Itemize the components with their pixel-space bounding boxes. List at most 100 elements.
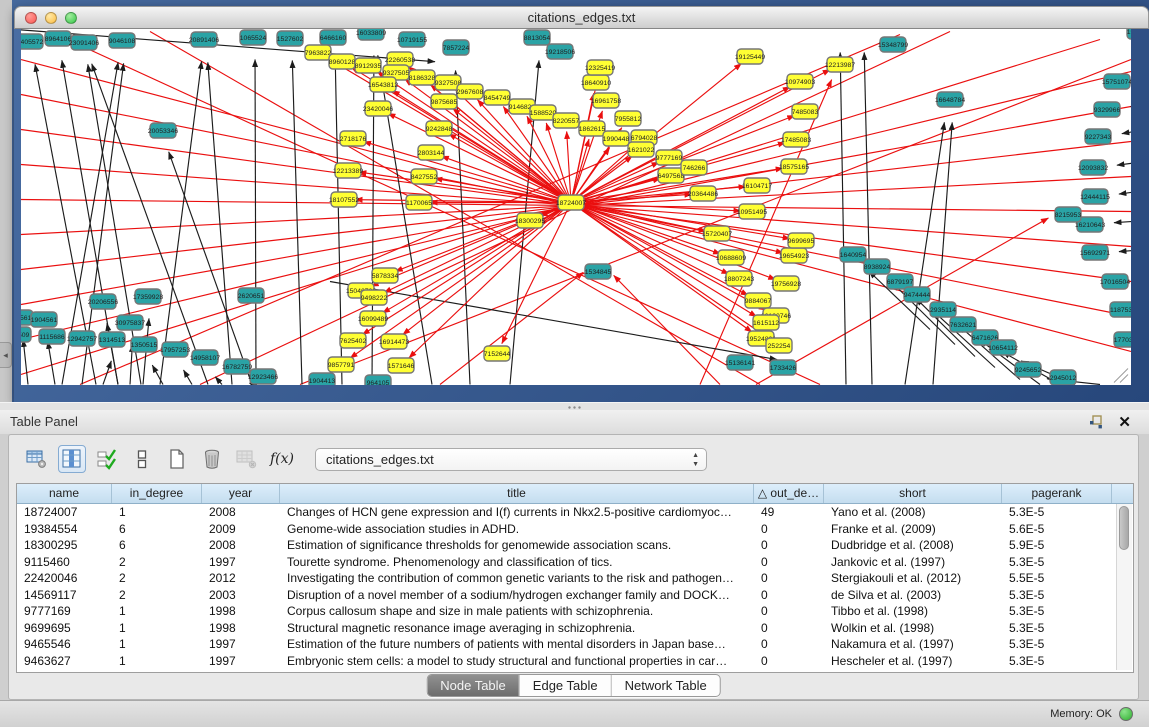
graph-node[interactable]: 20891406 (189, 32, 219, 47)
graph-node[interactable]: 9227343 (1085, 129, 1112, 144)
column-header-pagerank[interactable]: pagerank (1002, 484, 1112, 503)
graph-node[interactable]: 7857224 (443, 40, 470, 55)
graph-node[interactable]: 18640910 (581, 75, 611, 90)
delete-column-button[interactable] (198, 445, 226, 473)
graph-node[interactable]: 9884067 (745, 293, 772, 308)
table-row[interactable]: 1830029562008Estimation of significance … (17, 537, 1133, 554)
close-panel-icon[interactable]: ✕ (1118, 413, 1131, 431)
graph-node[interactable]: 8220557 (553, 113, 580, 128)
graph-node[interactable]: 2718176 (340, 131, 367, 146)
graph-node[interactable]: 12213389 (333, 163, 363, 178)
table-row[interactable]: 969969511998Structural magnetic resonanc… (17, 620, 1133, 637)
graph-node[interactable]: 10951495 (737, 204, 767, 219)
graph-node[interactable]: 8960128 (329, 54, 356, 69)
graph-node[interactable]: 19654923 (779, 248, 809, 263)
graph-node[interactable]: 1990448 (603, 131, 630, 146)
graph-node[interactable]: 331509 (21, 327, 31, 342)
graph-node[interactable]: 8454749 (484, 90, 511, 105)
graph-node[interactable]: 7485083 (792, 104, 819, 119)
show-columns-button[interactable] (58, 445, 86, 473)
graph-node[interactable]: 252254 (766, 338, 792, 353)
graph-node[interactable]: 16914473 (379, 334, 409, 349)
graph-node[interactable]: 20053346 (148, 123, 178, 138)
graph-node[interactable]: 12942757 (67, 331, 97, 346)
graph-node[interactable]: 8186328 (409, 70, 436, 85)
graph-node[interactable]: 7152644 (484, 346, 511, 361)
graph-node[interactable]: 18807243 (724, 271, 754, 286)
graph-node[interactable]: 9474444 (904, 287, 931, 302)
graph-node[interactable]: 16543812 (368, 77, 398, 92)
graph-node[interactable]: 12325419 (585, 60, 615, 75)
network-graph[interactable]: 2405572896410623091406 9046108 20891406 106… (21, 29, 1131, 385)
float-panel-icon[interactable] (1089, 415, 1103, 429)
graph-node[interactable]: 10654112 (988, 340, 1018, 355)
graph-node[interactable]: 1314513 (99, 332, 126, 347)
graph-node[interactable]: 9242848 (426, 121, 453, 136)
graph-node[interactable]: 1621022 (628, 142, 655, 157)
column-header-in_degree[interactable]: in_degree (112, 484, 202, 503)
graph-node[interactable]: 20364486 (688, 186, 718, 201)
tab-edge-table[interactable]: Edge Table (519, 675, 611, 696)
graph-node[interactable]: 1770354 (1114, 332, 1131, 347)
table-scrollbar[interactable] (1116, 504, 1132, 670)
graph-node[interactable]: 9498222 (361, 290, 388, 305)
create-column-button[interactable] (163, 445, 191, 473)
table-settings-button[interactable] (23, 445, 51, 473)
graph-node[interactable]: 1115686 (39, 329, 65, 344)
function-builder-button[interactable]: f(x) (268, 445, 296, 473)
graph-node[interactable]: 1912544 (1127, 29, 1131, 39)
row-checks-button[interactable] (93, 445, 121, 473)
table-mode-button[interactable] (128, 445, 156, 473)
graph-node[interactable]: 16648784 (935, 92, 965, 107)
graph-node[interactable]: 19218506 (545, 44, 575, 59)
graph-node[interactable]: 10719155 (397, 32, 427, 47)
graph-node[interactable]: 6466160 (320, 30, 347, 45)
graph-node[interactable]: 1904413 (309, 373, 336, 385)
table-row[interactable]: 911546021997Tourette syndrome. Phenomeno… (17, 554, 1133, 571)
delete-table-button[interactable] (233, 445, 261, 473)
column-header-name[interactable]: name (17, 484, 112, 503)
graph-node[interactable]: 10974903 (785, 74, 815, 89)
graph-node[interactable]: 19756928 (771, 276, 801, 291)
graph-node[interactable]: 15751074 (1102, 74, 1131, 89)
graph-node[interactable]: 8813054 (524, 30, 551, 45)
graph-node[interactable]: 30975837 (115, 315, 145, 330)
graph-node[interactable]: 1904561 (31, 312, 58, 327)
graph-node[interactable]: 1170065 (406, 195, 432, 210)
table-row[interactable]: 1938455462009Genome-wide association stu… (17, 521, 1133, 538)
graph-node[interactable]: 17359928 (133, 289, 163, 304)
graph-node[interactable]: 23091406 (69, 35, 99, 50)
graph-node[interactable]: 5878334 (372, 268, 399, 283)
graph-node[interactable]: 8964106 (45, 31, 72, 46)
graph-node[interactable]: 12093832 (1078, 160, 1108, 175)
graph-node[interactable]: 2803144 (418, 145, 445, 160)
graph-node[interactable]: 9245652 (1015, 362, 1042, 377)
graph-node[interactable]: 18575165 (779, 159, 809, 174)
graph-node[interactable]: 8938924 (864, 259, 891, 274)
graph-node[interactable]: 9046108 (109, 33, 136, 48)
graph-node[interactable]: 1615112 (753, 315, 779, 330)
graph-node[interactable]: 2405572 (21, 34, 43, 49)
graph-node[interactable]: 9329966 (1094, 102, 1121, 117)
tab-node-table[interactable]: Node Table (427, 675, 519, 696)
graph-node[interactable]: 1527602 (277, 31, 304, 46)
graph-node[interactable]: 1065524 (240, 30, 267, 45)
graph-node[interactable]: 23420046 (363, 101, 393, 116)
graph-node[interactable]: 1350515 (131, 337, 158, 352)
graph-node[interactable]: 8912935 (355, 58, 382, 73)
graph-node[interactable]: 9699695 (788, 233, 815, 248)
graph-node[interactable]: 9857791 (328, 357, 355, 372)
graph-node[interactable]: 12444115 (1080, 189, 1110, 204)
panel-collapse-arrow-icon[interactable]: ◂ (0, 342, 12, 368)
graph-node[interactable]: 15136141 (725, 355, 755, 370)
graph-node[interactable]: 1862615 (579, 121, 606, 136)
graph-node[interactable]: 8215953 (1055, 207, 1082, 222)
graph-node[interactable]: 7963822 (305, 45, 332, 60)
graph-node[interactable]: 1534845 (585, 264, 612, 279)
graph-node[interactable]: 2945012 (1050, 370, 1077, 385)
graph-node[interactable]: 2935114 (930, 302, 956, 317)
graph-node[interactable]: 16782759 (222, 359, 252, 374)
graph-node[interactable]: 10688609 (716, 250, 746, 265)
table-row[interactable]: 2242004622012Investigating the contribut… (17, 570, 1133, 587)
graph-node[interactable]: 16961758 (591, 93, 621, 108)
